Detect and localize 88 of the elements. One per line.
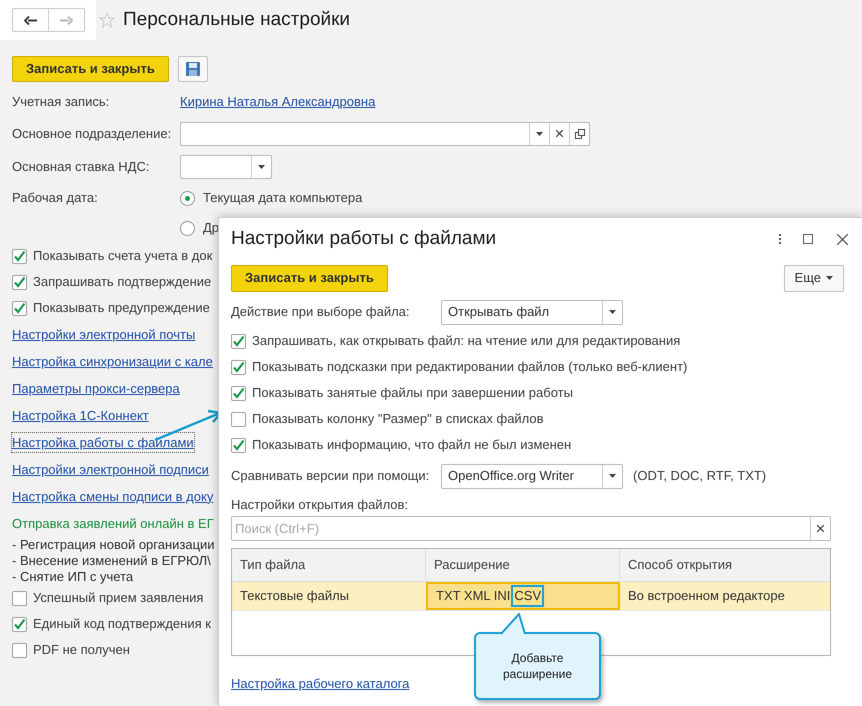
department-field[interactable] <box>180 122 590 146</box>
checkmark-icon <box>232 334 245 348</box>
section-label: Настройки открытия файлов: <box>231 496 408 514</box>
extension-text: TXT XML INI <box>436 587 510 606</box>
caret-icon <box>536 132 543 136</box>
checkmark-icon <box>13 618 26 630</box>
radio-label: Др <box>203 219 220 238</box>
checkbox[interactable] <box>12 248 27 264</box>
radio-button[interactable] <box>180 220 195 236</box>
checkbox-label: Запрашивать, как открывать файл: на чтение или для редактирования <box>252 332 680 350</box>
formats-note: (ODT, DOC, RTF, TXT) <box>633 467 766 486</box>
star-icon <box>99 12 115 28</box>
table-cell-text: Во встроенном редакторе <box>627 587 786 606</box>
hint-text: Добавьте расширение <box>502 650 574 682</box>
account-link[interactable]: Кирина Наталья Александровна <box>180 92 376 112</box>
checkmark-icon <box>13 250 26 262</box>
checkbox-label: Единый код подтверждения к <box>33 615 211 634</box>
window-icon <box>574 128 584 138</box>
radio-button[interactable] <box>180 190 195 206</box>
checkbox[interactable] <box>231 412 246 426</box>
checkbox-label: Показывать занятые файлы при завершении работы <box>252 384 573 402</box>
checkbox[interactable] <box>12 616 27 632</box>
field-label: Сравнивать версии при помощи: <box>231 467 430 486</box>
caret-icon <box>609 310 616 314</box>
column-header[interactable]: Тип файла <box>232 549 426 581</box>
checkbox-label: Показывать подсказки при редактировании файлов (только веб-клиент) <box>252 358 688 376</box>
extension-cell[interactable]: TXT XML INI CSV <box>426 582 620 610</box>
caret-icon <box>258 164 265 168</box>
caret-icon <box>609 474 616 478</box>
arrow-right-icon <box>60 16 73 24</box>
field-label: Рабочая дата: <box>12 189 99 208</box>
arrow-left-icon <box>24 16 37 24</box>
new-extension[interactable]: CSV <box>511 585 544 607</box>
checkbox-label: PDF не получен <box>33 641 130 660</box>
working-folder-link[interactable]: Настройка рабочего каталога <box>231 674 410 694</box>
checkbox-label: Показывать счета учета в док <box>33 247 212 266</box>
close-icon <box>556 130 563 137</box>
note-text: - Регистрация новой организации <box>12 536 215 554</box>
checkbox[interactable] <box>231 386 246 400</box>
note-text: - Снятие ИП с учета <box>12 568 134 586</box>
field-label: Действие при выборе файла: <box>231 303 411 322</box>
field-label: Учетная запись: <box>12 92 110 111</box>
checkbox[interactable] <box>231 360 246 374</box>
settings-link[interactable]: Параметры прокси-сервера <box>12 378 180 398</box>
maximize-icon[interactable] <box>803 234 813 244</box>
checkmark-icon <box>13 302 26 314</box>
dialog-title: Настройки работы с файлами <box>231 226 498 251</box>
checkbox[interactable] <box>12 300 27 316</box>
compare-select[interactable]: OpenOffice.org Writer <box>441 464 623 488</box>
table-cell-text: Текстовые файлы <box>239 587 350 606</box>
caret-icon <box>826 276 833 280</box>
page-title: Персональные настройки <box>123 8 350 32</box>
field-label: Основная ставка НДС: <box>12 158 150 176</box>
note-text: - Внесение изменений в ЕГРЮЛ\ <box>12 552 211 570</box>
close-icon[interactable] <box>837 234 848 244</box>
column-header[interactable]: Способ открытия <box>620 549 830 581</box>
more-button[interactable]: Еще <box>784 264 844 292</box>
field-label: Основное подразделение: <box>12 124 172 143</box>
settings-link[interactable]: Настройка синхронизации с кале <box>12 352 213 372</box>
checkbox-label: Показывать информацию, что файл не был изменен <box>252 436 572 454</box>
settings-link[interactable]: Настройка смены подписи в доку <box>12 486 214 506</box>
settings-link[interactable]: Настройки электронной почты <box>12 324 196 344</box>
checkbox[interactable] <box>12 590 27 606</box>
checkmark-icon <box>232 386 245 400</box>
settings-link[interactable]: Настройка 1С-Коннект <box>12 406 149 426</box>
settings-link[interactable]: Настройки электронной подписи <box>12 460 209 480</box>
save-button[interactable] <box>178 56 208 82</box>
checkbox-label: Показывать предупреждение <box>33 299 210 318</box>
section-heading: Отправка заявлений онлайн в ЕГ <box>12 514 214 533</box>
checkbox[interactable] <box>231 334 246 348</box>
action-select[interactable]: Открывать файл <box>441 300 623 324</box>
save-close-button[interactable]: Записать и закрыть <box>12 56 169 82</box>
table-row[interactable]: Текстовые файлы TXT XML INI CSV Во встроенном редакторе <box>232 582 830 611</box>
save-close-button[interactable]: Записать и закрыть <box>231 264 388 292</box>
vat-select[interactable] <box>180 154 272 178</box>
checkbox[interactable] <box>231 438 246 452</box>
checkbox-label: Запрашивать подтверждение <box>33 273 212 292</box>
checkmark-icon <box>13 276 26 288</box>
radio-label: Текущая дата компьютера <box>203 189 362 208</box>
checkbox-label: Показывать колонку "Размер" в списках файлов <box>252 410 544 428</box>
column-header[interactable]: Расширение <box>426 549 620 581</box>
close-icon <box>817 525 824 532</box>
checkbox[interactable] <box>12 642 27 658</box>
checkmark-icon <box>232 360 245 374</box>
checkbox[interactable] <box>12 274 27 290</box>
checkbox-label: Успешный прием заявления <box>33 589 204 608</box>
settings-link[interactable]: Настройка работы с файлами <box>12 432 194 452</box>
checkmark-icon <box>232 438 245 452</box>
